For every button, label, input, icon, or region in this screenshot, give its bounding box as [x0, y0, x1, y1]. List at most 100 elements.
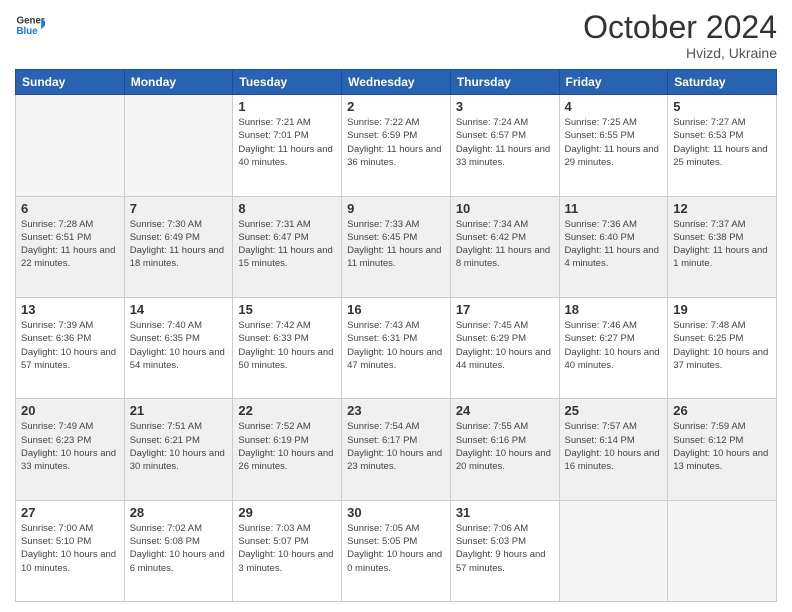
- weekday-header-tuesday: Tuesday: [233, 70, 342, 95]
- day-number: 5: [673, 99, 771, 114]
- calendar-cell: 18 Sunrise: 7:46 AMSunset: 6:27 PMDayligh…: [559, 297, 668, 398]
- day-number: 12: [673, 201, 771, 216]
- day-number: 7: [130, 201, 228, 216]
- day-number: 1: [238, 99, 336, 114]
- day-info: Sunrise: 7:21 AMSunset: 7:01 PMDaylight:…: [238, 116, 336, 169]
- calendar-cell: 5 Sunrise: 7:27 AMSunset: 6:53 PMDaylight…: [668, 95, 777, 196]
- calendar-cell: [16, 95, 125, 196]
- day-info: Sunrise: 7:05 AMSunset: 5:05 PMDaylight:…: [347, 522, 445, 575]
- calendar-cell: 21Sunrise: 7:51 AMSunset: 6:21 PMDayligh…: [124, 399, 233, 500]
- calendar-cell: 17 Sunrise: 7:45 AMSunset: 6:29 PMDayligh…: [450, 297, 559, 398]
- calendar-cell: 16Sunrise: 7:43 AMSunset: 6:31 PMDayligh…: [342, 297, 451, 398]
- calendar-table: SundayMondayTuesdayWednesdayThursdayFrid…: [15, 69, 777, 602]
- svg-text:Blue: Blue: [17, 26, 39, 37]
- calendar-cell: 24 Sunrise: 7:55 AMSunset: 6:16 PMDayligh…: [450, 399, 559, 500]
- day-info: Sunrise: 7:45 AMSunset: 6:29 PMDaylight:…: [456, 319, 554, 372]
- calendar-cell: 23Sunrise: 7:54 AMSunset: 6:17 PMDayligh…: [342, 399, 451, 500]
- calendar-cell: 30 Sunrise: 7:05 AMSunset: 5:05 PMDayligh…: [342, 500, 451, 601]
- calendar-cell: 26 Sunrise: 7:59 AMSunset: 6:12 PMDayligh…: [668, 399, 777, 500]
- day-number: 26: [673, 403, 771, 418]
- calendar-cell: 2 Sunrise: 7:22 AMSunset: 6:59 PMDaylight…: [342, 95, 451, 196]
- day-info: Sunrise: 7:46 AMSunset: 6:27 PMDaylight:…: [565, 319, 663, 372]
- calendar-cell: 15 Sunrise: 7:42 AMSunset: 6:33 PMDayligh…: [233, 297, 342, 398]
- calendar-cell: [559, 500, 668, 601]
- day-number: 13: [21, 302, 119, 317]
- calendar-cell: [124, 95, 233, 196]
- day-info: Sunrise: 7:06 AMSunset: 5:03 PMDaylight:…: [456, 522, 554, 575]
- day-number: 11: [565, 201, 663, 216]
- calendar-cell: 29 Sunrise: 7:03 AMSunset: 5:07 PMDayligh…: [233, 500, 342, 601]
- calendar-cell: 3 Sunrise: 7:24 AMSunset: 6:57 PMDaylight…: [450, 95, 559, 196]
- day-info: Sunrise: 7:03 AMSunset: 5:07 PMDaylight:…: [238, 522, 336, 575]
- day-info: Sunrise: 7:33 AMSunset: 6:45 PMDaylight:…: [347, 218, 445, 271]
- calendar-cell: 19 Sunrise: 7:48 AMSunset: 6:25 PMDayligh…: [668, 297, 777, 398]
- calendar-cell: 1 Sunrise: 7:21 AMSunset: 7:01 PMDaylight…: [233, 95, 342, 196]
- subtitle: Hvizd, Ukraine: [583, 45, 777, 61]
- day-info: Sunrise: 7:59 AMSunset: 6:12 PMDaylight:…: [673, 420, 771, 473]
- day-info: Sunrise: 7:22 AMSunset: 6:59 PMDaylight:…: [347, 116, 445, 169]
- day-info: Sunrise: 7:31 AMSunset: 6:47 PMDaylight:…: [238, 218, 336, 271]
- day-number: 24: [456, 403, 554, 418]
- calendar-cell: 31 Sunrise: 7:06 AMSunset: 5:03 PMDayligh…: [450, 500, 559, 601]
- logo: General Blue: [15, 10, 45, 40]
- day-number: 28: [130, 505, 228, 520]
- day-info: Sunrise: 7:37 AMSunset: 6:38 PMDaylight:…: [673, 218, 771, 271]
- day-number: 31: [456, 505, 554, 520]
- main-title: October 2024: [583, 10, 777, 45]
- day-number: 6: [21, 201, 119, 216]
- day-info: Sunrise: 7:39 AMSunset: 6:36 PMDaylight:…: [21, 319, 119, 372]
- day-info: Sunrise: 7:00 AMSunset: 5:10 PMDaylight:…: [21, 522, 119, 575]
- day-number: 9: [347, 201, 445, 216]
- day-info: Sunrise: 7:40 AMSunset: 6:35 PMDaylight:…: [130, 319, 228, 372]
- generalblue-logo-icon: General Blue: [15, 10, 45, 40]
- day-number: 8: [238, 201, 336, 216]
- calendar-cell: 28 Sunrise: 7:02 AMSunset: 5:08 PMDayligh…: [124, 500, 233, 601]
- day-number: 17: [456, 302, 554, 317]
- calendar-cell: 27 Sunrise: 7:00 AMSunset: 5:10 PMDayligh…: [16, 500, 125, 601]
- day-number: 14: [130, 302, 228, 317]
- weekday-header-friday: Friday: [559, 70, 668, 95]
- day-number: 22: [238, 403, 336, 418]
- day-info: Sunrise: 7:27 AMSunset: 6:53 PMDaylight:…: [673, 116, 771, 169]
- day-info: Sunrise: 7:55 AMSunset: 6:16 PMDaylight:…: [456, 420, 554, 473]
- calendar-cell: 8 Sunrise: 7:31 AMSunset: 6:47 PMDaylight…: [233, 196, 342, 297]
- calendar-cell: 13 Sunrise: 7:39 AMSunset: 6:36 PMDayligh…: [16, 297, 125, 398]
- title-block: October 2024 Hvizd, Ukraine: [583, 10, 777, 61]
- day-number: 29: [238, 505, 336, 520]
- day-info: Sunrise: 7:24 AMSunset: 6:57 PMDaylight:…: [456, 116, 554, 169]
- calendar-cell: 4Sunrise: 7:25 AMSunset: 6:55 PMDaylight…: [559, 95, 668, 196]
- day-number: 4: [565, 99, 663, 114]
- day-info: Sunrise: 7:30 AMSunset: 6:49 PMDaylight:…: [130, 218, 228, 271]
- day-number: 23: [347, 403, 445, 418]
- calendar-cell: 14 Sunrise: 7:40 AMSunset: 6:35 PMDayligh…: [124, 297, 233, 398]
- day-number: 19: [673, 302, 771, 317]
- day-number: 30: [347, 505, 445, 520]
- calendar-cell: 6 Sunrise: 7:28 AMSunset: 6:51 PMDaylight…: [16, 196, 125, 297]
- day-info: Sunrise: 7:02 AMSunset: 5:08 PMDaylight:…: [130, 522, 228, 575]
- weekday-header-saturday: Saturday: [668, 70, 777, 95]
- weekday-header-thursday: Thursday: [450, 70, 559, 95]
- calendar-cell: [668, 500, 777, 601]
- day-number: 27: [21, 505, 119, 520]
- header: General Blue October 2024 Hvizd, Ukraine: [15, 10, 777, 61]
- weekday-header-monday: Monday: [124, 70, 233, 95]
- day-number: 10: [456, 201, 554, 216]
- day-number: 15: [238, 302, 336, 317]
- calendar-cell: 20 Sunrise: 7:49 AMSunset: 6:23 PMDayligh…: [16, 399, 125, 500]
- day-number: 16: [347, 302, 445, 317]
- day-number: 18: [565, 302, 663, 317]
- calendar-cell: 22Sunrise: 7:52 AMSunset: 6:19 PMDayligh…: [233, 399, 342, 500]
- day-info: Sunrise: 7:28 AMSunset: 6:51 PMDaylight:…: [21, 218, 119, 271]
- calendar-cell: 9 Sunrise: 7:33 AMSunset: 6:45 PMDaylight…: [342, 196, 451, 297]
- day-number: 20: [21, 403, 119, 418]
- weekday-header-wednesday: Wednesday: [342, 70, 451, 95]
- day-info: Sunrise: 7:49 AMSunset: 6:23 PMDaylight:…: [21, 420, 119, 473]
- calendar-cell: 11Sunrise: 7:36 AMSunset: 6:40 PMDayligh…: [559, 196, 668, 297]
- calendar-cell: 10Sunrise: 7:34 AMSunset: 6:42 PMDayligh…: [450, 196, 559, 297]
- day-info: Sunrise: 7:48 AMSunset: 6:25 PMDaylight:…: [673, 319, 771, 372]
- day-number: 2: [347, 99, 445, 114]
- svg-text:General: General: [17, 16, 46, 27]
- day-info: Sunrise: 7:42 AMSunset: 6:33 PMDaylight:…: [238, 319, 336, 372]
- day-info: Sunrise: 7:51 AMSunset: 6:21 PMDaylight:…: [130, 420, 228, 473]
- day-number: 3: [456, 99, 554, 114]
